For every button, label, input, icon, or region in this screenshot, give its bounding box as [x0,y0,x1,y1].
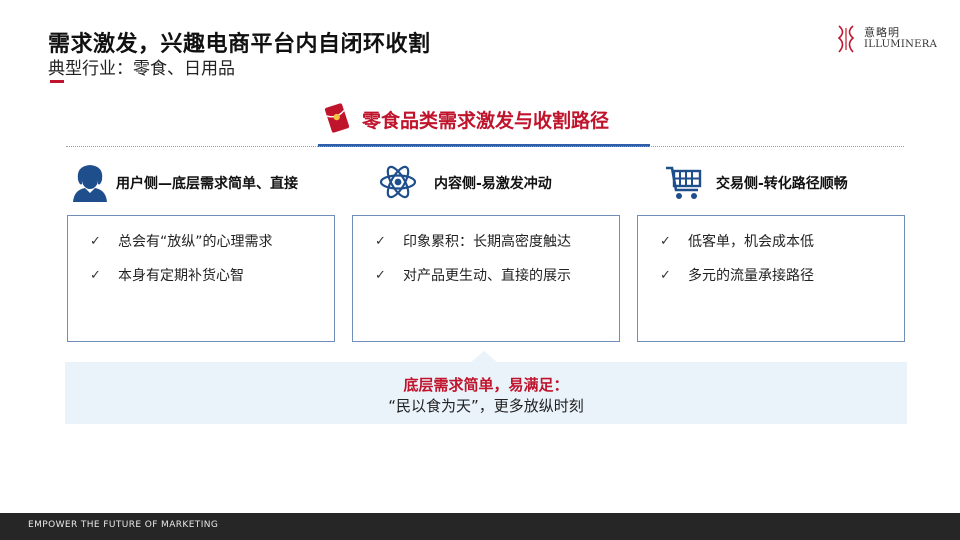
list-item-text: 多元的流量承接路径 [688,268,814,284]
footer-bar: EMPOWER THE FUTURE OF MARKETING [0,513,960,540]
check-icon: ✓ [660,268,671,283]
atom-icon [379,165,417,199]
footer-tagline: EMPOWER THE FUTURE OF MARKETING [28,520,219,530]
card-content: ✓ 印象累积：长期高密度触达 ✓ 对产品更生动、直接的展示 [352,215,620,342]
brand-logo: 意略明 ILLUMINERA [836,22,938,56]
column-header-content: 内容侧-易激发冲动 [378,160,638,206]
summary-callout: 底层需求简单，易满足： “民以食为天”，更多放纵时刻 [65,362,907,424]
section-headline: 零食品类需求激发与收割路径 [0,100,960,140]
list-item-text: 印象累积：长期高密度触达 [403,234,571,250]
list-item: ✓ 低客单，机会成本低 [660,232,904,266]
check-icon: ✓ [375,234,386,249]
list-item: ✓ 对产品更生动、直接的展示 [375,266,619,300]
dotted-divider [66,146,904,147]
callout-body: “民以食为天”，更多放纵时刻 [388,397,584,415]
shopping-cart-icon [666,166,702,199]
column-header-user: 用户侧—底层需求简单、直接 [70,160,350,206]
callout-headline: 底层需求简单，易满足： [403,376,569,394]
page-subtitle: 典型行业：零食、日用品 [48,59,235,79]
bullet-list: ✓ 印象累积：长期高密度触达 ✓ 对产品更生动、直接的展示 [353,216,619,300]
list-item-text: 本身有定期补货心智 [118,268,244,284]
column-label-user: 用户侧—底层需求简单、直接 [116,176,298,192]
headline-text: 零食品类需求激发与收割路径 [362,110,610,132]
list-item: ✓ 印象累积：长期高密度触达 [375,232,619,266]
list-item: ✓ 本身有定期补货心智 [90,266,334,300]
bullet-list: ✓ 低客单，机会成本低 ✓ 多元的流量承接路径 [638,216,904,300]
list-item: ✓ 总会有“放纵”的心理需求 [90,232,334,266]
logo-mark-icon [837,25,855,53]
bullet-list: ✓ 总会有“放纵”的心理需求 ✓ 本身有定期补货心智 [68,216,334,300]
list-item: ✓ 多元的流量承接路径 [660,266,904,300]
user-icon [73,165,107,202]
list-item-text: 低客单，机会成本低 [688,234,814,250]
column-label-transaction: 交易侧-转化路径顺畅 [716,176,848,192]
check-icon: ✓ [90,234,101,249]
check-icon: ✓ [660,234,671,249]
title-accent-bar [50,80,64,83]
check-icon: ✓ [90,268,101,283]
card-user: ✓ 总会有“放纵”的心理需求 ✓ 本身有定期补货心智 [67,215,335,342]
card-transaction: ✓ 低客单，机会成本低 ✓ 多元的流量承接路径 [637,215,905,342]
list-item-text: 对产品更生动、直接的展示 [403,268,571,284]
check-icon: ✓ [375,268,386,283]
red-envelope-icon [324,103,350,133]
column-header-transaction: 交易侧-转化路径顺畅 [664,160,924,206]
logo-english-text: ILLUMINERA [864,39,938,50]
list-item-text: 总会有“放纵”的心理需求 [118,234,273,250]
logo-chinese-text: 意略明 [864,26,900,39]
column-label-content: 内容侧-易激发冲动 [434,176,552,192]
